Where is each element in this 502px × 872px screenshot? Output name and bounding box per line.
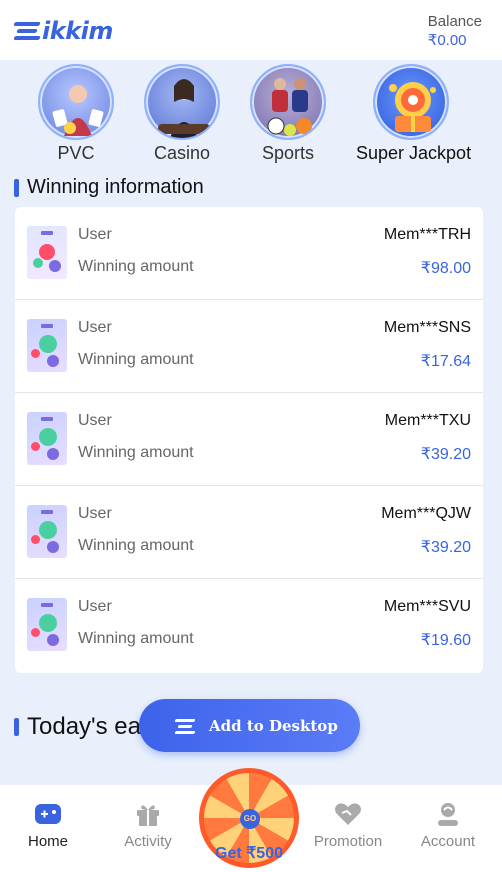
category-label: Casino xyxy=(153,143,211,163)
amount-value: ₹39.20 xyxy=(420,446,471,463)
amount-label: Winning amount xyxy=(78,351,194,368)
gamepad-icon xyxy=(33,801,63,827)
amount-value: ₹39.20 xyxy=(420,539,471,556)
user-value: Mem***SNS xyxy=(383,319,471,336)
balance-label: Balance xyxy=(427,13,482,30)
list-item: User Winning amount Mem***QJW ₹39.20 xyxy=(15,486,483,579)
user-value: Mem***SVU xyxy=(383,598,471,615)
wheel-go-label: GO xyxy=(240,809,260,829)
heading-accent-bar xyxy=(14,718,19,736)
game-category-row: PVC Casino Sports Super Jackpot xyxy=(0,64,502,164)
user-value: Mem***QJW xyxy=(381,505,471,522)
list-item: User Winning amount Mem***TXU ₹39.20 xyxy=(15,393,483,486)
logo-stripes-icon xyxy=(13,18,44,44)
amount-label: Winning amount xyxy=(78,537,194,554)
add-to-desktop-label: Add to Desktop xyxy=(209,716,338,735)
game-thumbnail xyxy=(27,319,67,372)
winning-section-heading: Winning information xyxy=(14,176,204,199)
category-pvc[interactable]: PVC xyxy=(21,64,131,164)
nav-label: Home xyxy=(27,833,68,850)
list-item: User Winning amount Mem***SVU ₹19.60 xyxy=(15,579,483,672)
user-value: Mem***TXU xyxy=(384,412,471,429)
super-jackpot-thumbnail xyxy=(373,64,449,140)
top-header: ikkim Balance ₹0.00 xyxy=(0,0,502,60)
heading-accent-bar xyxy=(14,178,19,197)
logo-stripes-icon xyxy=(174,717,199,735)
user-label: User xyxy=(78,598,112,615)
earnings-title: Today's ea xyxy=(27,713,141,740)
game-thumbnail xyxy=(27,412,67,465)
pvc-thumbnail xyxy=(38,64,114,140)
list-item: User Winning amount Mem***SNS ₹17.64 xyxy=(15,300,483,393)
user-label: User xyxy=(78,412,112,429)
amount-label: Winning amount xyxy=(78,630,194,647)
nav-label: Promotion xyxy=(313,833,383,850)
balance-value: ₹0.00 xyxy=(427,32,467,49)
category-sports[interactable]: Sports xyxy=(233,64,343,164)
nav-activity[interactable]: Activity xyxy=(98,785,198,872)
amount-value: ₹19.60 xyxy=(420,632,471,649)
game-thumbnail xyxy=(27,598,67,651)
user-icon xyxy=(433,801,463,827)
amount-label: Winning amount xyxy=(78,444,194,461)
winning-list: User Winning amount Mem***TRH ₹98.00 Use… xyxy=(15,207,483,673)
brand-logo[interactable]: ikkim xyxy=(13,16,113,46)
nav-label: Activity xyxy=(124,833,172,850)
nav-label: Account xyxy=(420,833,476,850)
heart-handshake-icon xyxy=(333,801,363,827)
get-bonus-label[interactable]: Get ₹500 xyxy=(199,843,299,863)
list-item: User Winning amount Mem***TRH ₹98.00 xyxy=(15,207,483,300)
amount-label: Winning amount xyxy=(78,258,194,275)
sports-thumbnail xyxy=(250,64,326,140)
user-label: User xyxy=(78,226,112,243)
nav-home[interactable]: Home xyxy=(0,785,98,872)
nav-account[interactable]: Account xyxy=(398,785,498,872)
amount-value: ₹98.00 xyxy=(420,260,471,277)
category-label: PVC xyxy=(57,143,95,163)
category-super-jackpot[interactable]: Super Jackpot xyxy=(356,64,472,164)
winning-title: Winning information xyxy=(27,176,204,198)
game-thumbnail xyxy=(27,505,67,558)
category-casino[interactable]: Casino xyxy=(127,64,237,164)
nav-promotion[interactable]: Promotion xyxy=(298,785,398,872)
user-label: User xyxy=(78,505,112,522)
add-to-desktop-button[interactable]: Add to Desktop xyxy=(139,699,360,752)
gift-icon xyxy=(133,801,163,827)
category-label: Sports xyxy=(261,143,315,163)
game-thumbnail xyxy=(27,226,67,279)
user-value: Mem***TRH xyxy=(383,226,471,243)
category-label: Super Jackpot xyxy=(356,143,472,163)
logo-text: ikkim xyxy=(42,17,113,45)
earnings-section-heading: Today's ea xyxy=(14,713,141,741)
balance-box[interactable]: Balance ₹0.00 xyxy=(428,13,482,49)
user-label: User xyxy=(78,319,112,336)
casino-thumbnail xyxy=(144,64,220,140)
amount-value: ₹17.64 xyxy=(420,353,471,370)
